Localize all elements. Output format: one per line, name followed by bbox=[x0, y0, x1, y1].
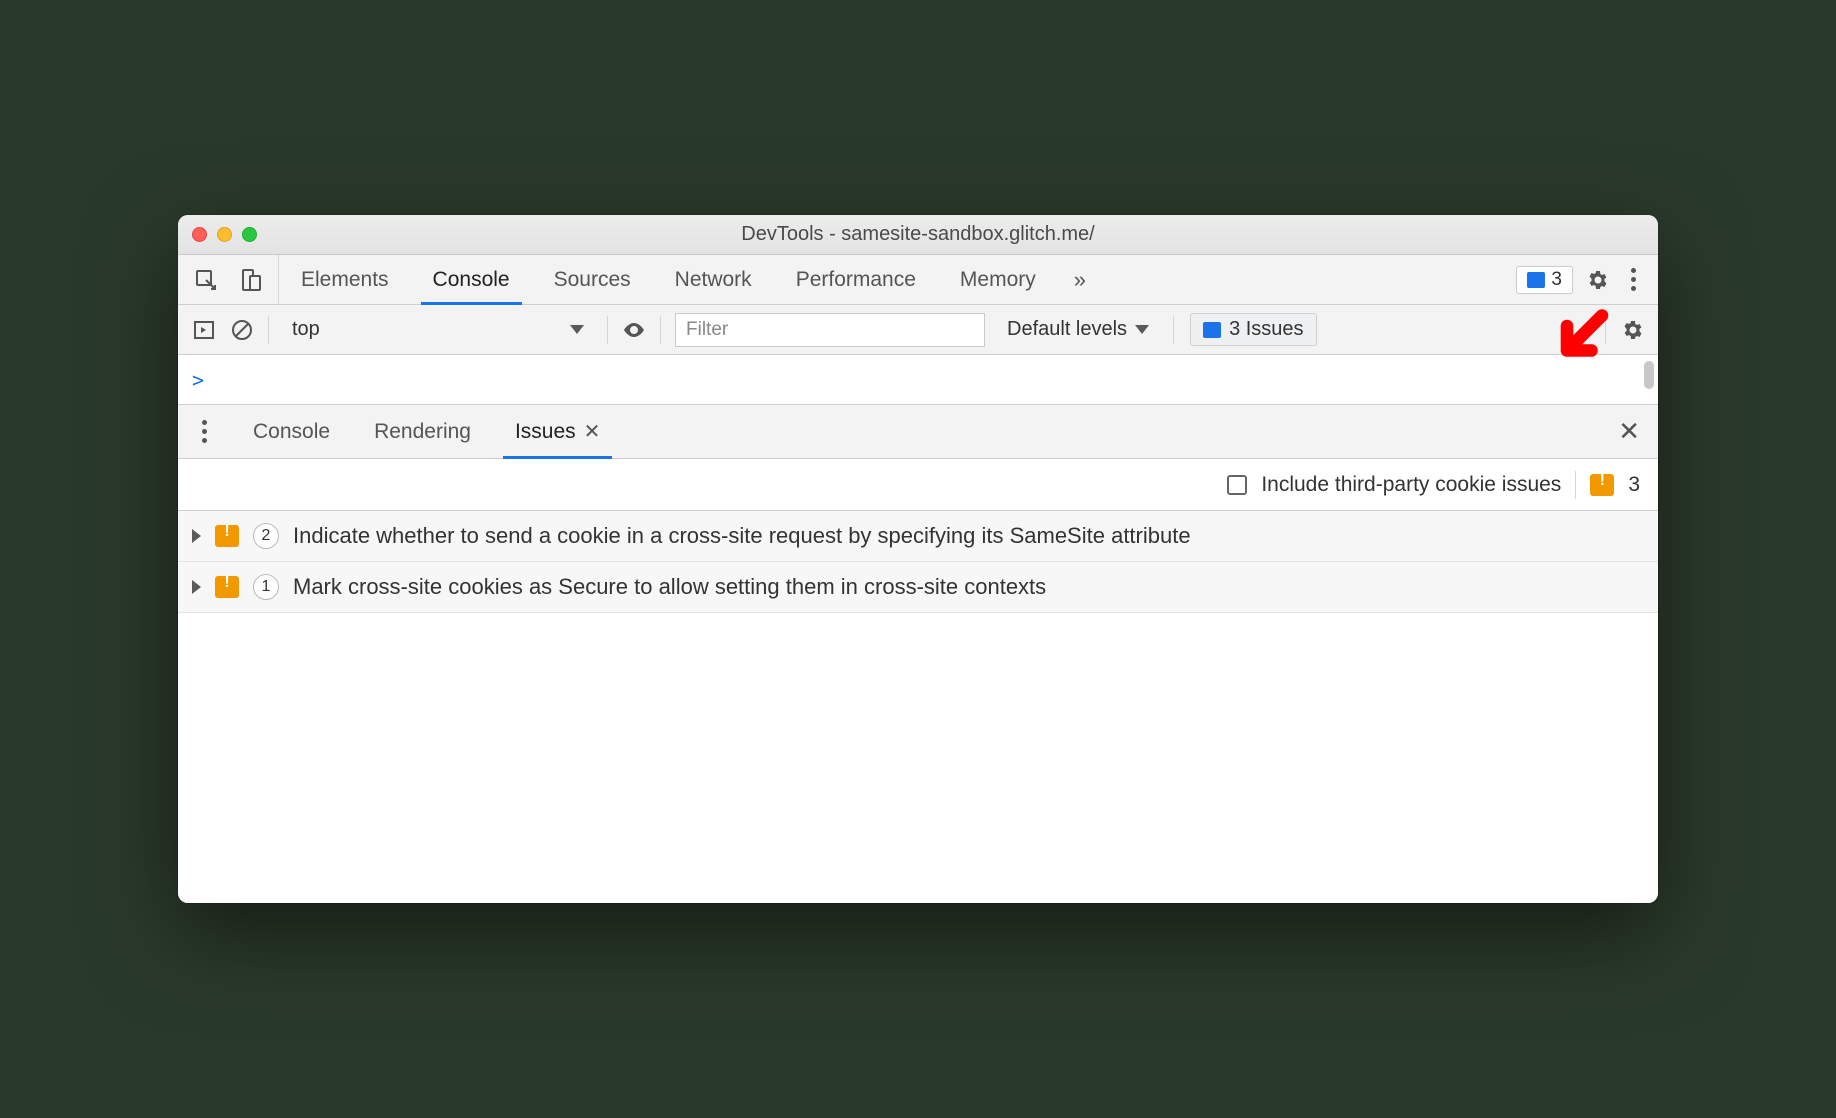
issues-count: 3 bbox=[1551, 269, 1562, 291]
kebab-menu-icon[interactable] bbox=[1621, 268, 1646, 291]
issues-icon bbox=[1203, 322, 1221, 338]
issue-row[interactable]: ! 1 Mark cross-site cookies as Secure to… bbox=[178, 562, 1658, 613]
drawer-tab-issues-label: Issues bbox=[515, 420, 576, 444]
device-toggle-icon[interactable] bbox=[238, 268, 262, 292]
issue-title: Indicate whether to send a cookie in a c… bbox=[293, 521, 1644, 551]
console-toolbar: top Default levels 3 Issues bbox=[178, 305, 1658, 355]
tab-sources[interactable]: Sources bbox=[532, 255, 653, 304]
expand-icon[interactable] bbox=[192, 580, 201, 594]
settings-gear-icon[interactable] bbox=[1585, 268, 1609, 292]
clear-console-icon[interactable] bbox=[230, 318, 254, 342]
console-prompt: > bbox=[192, 368, 204, 392]
titlebar: DevTools - samesite-sandbox.glitch.me/ bbox=[178, 215, 1658, 255]
context-selector[interactable]: top bbox=[283, 313, 593, 346]
issue-count-badge: 2 bbox=[253, 523, 279, 549]
issues-icon bbox=[1527, 272, 1545, 288]
tab-elements[interactable]: Elements bbox=[279, 255, 411, 304]
tab-memory[interactable]: Memory bbox=[938, 255, 1058, 304]
drawer-tab-rendering[interactable]: Rendering bbox=[352, 405, 493, 458]
issues-toolbar: Include third-party cookie issues ! 3 bbox=[178, 459, 1658, 511]
tab-network[interactable]: Network bbox=[653, 255, 774, 304]
context-value: top bbox=[292, 318, 320, 341]
sidebar-toggle-icon[interactable] bbox=[192, 318, 216, 342]
empty-area bbox=[178, 613, 1658, 903]
warning-issues-icon: ! bbox=[1590, 474, 1614, 496]
minimize-window-button[interactable] bbox=[217, 227, 232, 242]
warning-issues-icon: ! bbox=[215, 576, 239, 598]
issue-count-badge: 1 bbox=[253, 574, 279, 600]
issues-counter-button[interactable]: 3 bbox=[1516, 266, 1573, 294]
close-tab-icon[interactable]: ✕ bbox=[584, 419, 601, 444]
issues-button[interactable]: 3 Issues bbox=[1190, 313, 1316, 346]
traffic-lights bbox=[178, 227, 257, 242]
tab-console[interactable]: Console bbox=[411, 255, 532, 304]
console-settings-gear-icon[interactable] bbox=[1620, 318, 1644, 342]
close-drawer-icon[interactable]: ✕ bbox=[1600, 416, 1658, 447]
close-window-button[interactable] bbox=[192, 227, 207, 242]
warning-issues-icon: ! bbox=[215, 525, 239, 547]
issues-label: 3 Issues bbox=[1229, 318, 1303, 341]
drawer-tab-issues[interactable]: Issues ✕ bbox=[493, 405, 622, 458]
filter-input[interactable] bbox=[675, 313, 985, 347]
levels-label: Default levels bbox=[1007, 318, 1127, 341]
expand-icon[interactable] bbox=[192, 529, 201, 543]
dropdown-caret-icon bbox=[1135, 325, 1149, 334]
include-thirdparty-checkbox[interactable] bbox=[1227, 475, 1247, 495]
window-title: DevTools - samesite-sandbox.glitch.me/ bbox=[178, 223, 1658, 246]
drawer-menu-icon[interactable] bbox=[192, 420, 217, 443]
live-expression-icon[interactable] bbox=[622, 318, 646, 342]
console-input-row[interactable]: > bbox=[178, 355, 1658, 405]
drawer-tab-console[interactable]: Console bbox=[231, 405, 352, 458]
include-thirdparty-label: Include third-party cookie issues bbox=[1261, 473, 1561, 497]
issues-total: 3 bbox=[1628, 473, 1640, 497]
more-tabs-icon[interactable]: » bbox=[1058, 267, 1102, 293]
issue-title: Mark cross-site cookies as Secure to all… bbox=[293, 572, 1644, 602]
zoom-window-button[interactable] bbox=[242, 227, 257, 242]
log-levels-selector[interactable]: Default levels bbox=[999, 318, 1157, 341]
tab-performance[interactable]: Performance bbox=[774, 255, 938, 304]
devtools-window: DevTools - samesite-sandbox.glitch.me/ E… bbox=[178, 215, 1658, 902]
inspect-icon[interactable] bbox=[194, 268, 218, 292]
dropdown-caret-icon bbox=[570, 325, 584, 334]
drawer-tabbar: Console Rendering Issues ✕ ✕ bbox=[178, 405, 1658, 459]
scrollbar-thumb[interactable] bbox=[1644, 361, 1654, 389]
main-tabbar: Elements Console Sources Network Perform… bbox=[178, 255, 1658, 305]
issue-row[interactable]: ! 2 Indicate whether to send a cookie in… bbox=[178, 511, 1658, 562]
